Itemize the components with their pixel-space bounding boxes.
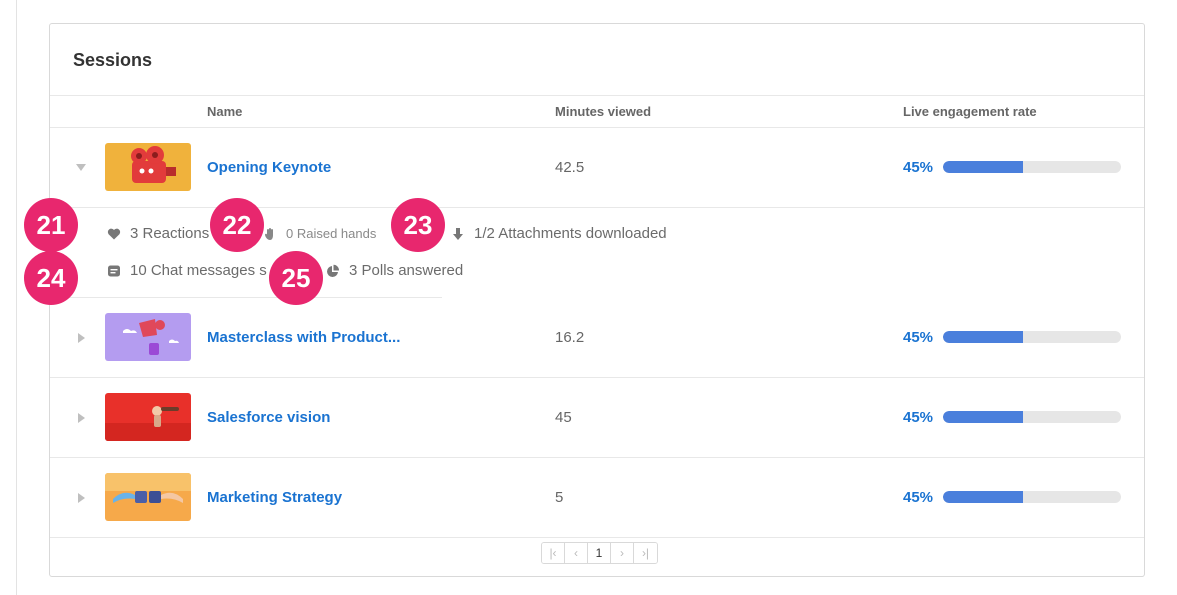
annotation-badge: 21 <box>24 198 78 252</box>
hand-icon <box>264 227 273 240</box>
polls-detail: 3 Polls answered <box>326 262 463 279</box>
caret-right-icon[interactable] <box>78 413 85 423</box>
chat-count: 10 Chat messages s <box>130 262 267 279</box>
session-thumbnail <box>105 393 191 441</box>
session-link[interactable]: Opening Keynote <box>207 159 331 176</box>
session-thumbnail <box>105 473 191 521</box>
engagement-bar-fill <box>943 161 1024 173</box>
minutes-viewed: 45 <box>555 409 572 426</box>
engagement-bar <box>943 331 1121 343</box>
annotation-badge: 25 <box>269 251 323 305</box>
engagement-bar <box>943 411 1121 423</box>
pagination: |‹ ‹ 1 › ›| <box>541 542 658 564</box>
caret-right-icon[interactable] <box>78 333 85 343</box>
session-thumbnail <box>105 143 191 191</box>
column-header-engagement[interactable]: Live engagement rate <box>903 104 1037 119</box>
engagement-rate: 45% <box>903 409 934 426</box>
last-page-button[interactable]: ›| <box>634 543 657 563</box>
table-row[interactable]: Marketing Strategy 5 45% <box>50 458 1144 538</box>
sessions-card: Sessions Name Minutes viewed Live engage… <box>49 23 1145 577</box>
engagement-bar-fill <box>943 411 1024 423</box>
attachments-count: 1/2 Attachments downloaded <box>474 225 667 242</box>
divider <box>50 537 1144 538</box>
annotation-badge: 23 <box>391 198 445 252</box>
polls-count: 3 Polls answered <box>349 262 464 279</box>
table-row[interactable]: Opening Keynote 42.5 45% <box>50 128 1144 208</box>
engagement-bar <box>943 161 1121 173</box>
caret-right-icon[interactable] <box>78 493 85 503</box>
caret-down-icon[interactable] <box>76 164 86 171</box>
current-page[interactable]: 1 <box>588 543 611 563</box>
first-page-button[interactable]: |‹ <box>542 543 565 563</box>
engagement-bar <box>943 491 1121 503</box>
attachments-detail: 1/2 Attachments downloaded <box>451 225 667 242</box>
reactions-count: 3 Reactions <box>130 225 210 242</box>
pie-chart-icon <box>327 264 340 277</box>
chat-detail: 10 Chat messages s <box>107 262 267 279</box>
page-divider <box>16 0 17 595</box>
card-title: Sessions <box>73 50 153 70</box>
minutes-viewed: 16.2 <box>555 329 585 346</box>
raised-hands-detail: 0 Raised hands <box>263 226 376 241</box>
prev-page-button[interactable]: ‹ <box>565 543 588 563</box>
engagement-bar-fill <box>943 491 1024 503</box>
column-header-name[interactable]: Name <box>207 104 242 119</box>
engagement-bar-fill <box>943 331 1024 343</box>
minutes-viewed: 5 <box>555 489 564 506</box>
table-row[interactable]: Masterclass with Product... 16.2 45% <box>50 298 1144 378</box>
session-link[interactable]: Salesforce vision <box>207 409 330 426</box>
divider <box>50 207 1144 208</box>
table-row[interactable]: Salesforce vision 45 45% <box>50 378 1144 458</box>
engagement-rate: 45% <box>903 159 934 176</box>
session-link[interactable]: Masterclass with Product... <box>207 329 400 346</box>
raised-hands-count: 0 Raised hands <box>286 226 377 241</box>
download-icon <box>453 227 463 240</box>
session-link[interactable]: Marketing Strategy <box>207 489 342 506</box>
session-thumbnail <box>105 313 191 361</box>
engagement-rate: 45% <box>903 489 934 506</box>
column-header-minutes[interactable]: Minutes viewed <box>555 104 651 119</box>
engagement-rate: 45% <box>903 329 934 346</box>
reactions-detail: 3 Reactions <box>107 225 209 242</box>
next-page-button[interactable]: › <box>611 543 634 563</box>
annotation-badge: 22 <box>210 198 264 252</box>
heart-icon <box>107 228 121 239</box>
divider <box>50 95 1144 96</box>
chat-icon <box>108 265 120 276</box>
minutes-viewed: 42.5 <box>555 159 585 176</box>
annotation-badge: 24 <box>24 251 78 305</box>
